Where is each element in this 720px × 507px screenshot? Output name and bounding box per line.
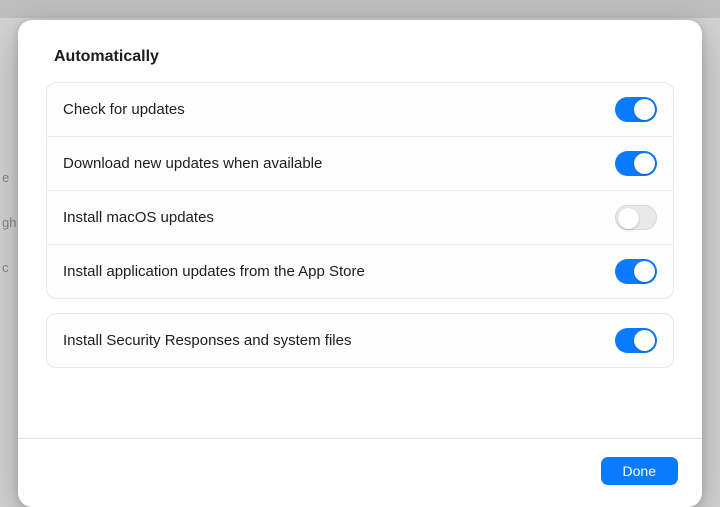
toggle-download-new-updates[interactable] <box>615 151 657 176</box>
settings-sheet: Automatically Check for updates Download… <box>18 20 702 507</box>
row-install-security-responses: Install Security Responses and system fi… <box>47 314 673 367</box>
toggle-knob <box>634 330 655 351</box>
row-label: Install macOS updates <box>63 209 214 226</box>
sheet-footer: Done <box>18 438 702 507</box>
settings-group-1: Check for updates Download new updates w… <box>46 82 674 299</box>
row-label: Download new updates when available <box>63 155 322 172</box>
toggle-knob <box>634 261 655 282</box>
row-label: Install application updates from the App… <box>63 263 365 280</box>
settings-group-2: Install Security Responses and system fi… <box>46 313 674 368</box>
sheet-content: Automatically Check for updates Download… <box>18 20 702 438</box>
toggle-install-security-responses[interactable] <box>615 328 657 353</box>
toggle-install-macos-updates[interactable] <box>615 205 657 230</box>
toggle-install-app-store-updates[interactable] <box>615 259 657 284</box>
done-button[interactable]: Done <box>601 457 678 485</box>
toggle-check-for-updates[interactable] <box>615 97 657 122</box>
row-check-for-updates: Check for updates <box>47 83 673 136</box>
background-toolbar <box>0 0 720 18</box>
row-install-macos-updates: Install macOS updates <box>47 190 673 244</box>
section-header: Automatically <box>46 48 674 66</box>
row-label: Check for updates <box>63 101 185 118</box>
toggle-knob <box>634 99 655 120</box>
toggle-knob <box>634 153 655 174</box>
row-install-app-store-updates: Install application updates from the App… <box>47 244 673 298</box>
toggle-knob <box>618 208 639 229</box>
row-label: Install Security Responses and system fi… <box>63 332 351 349</box>
row-download-new-updates: Download new updates when available <box>47 136 673 190</box>
